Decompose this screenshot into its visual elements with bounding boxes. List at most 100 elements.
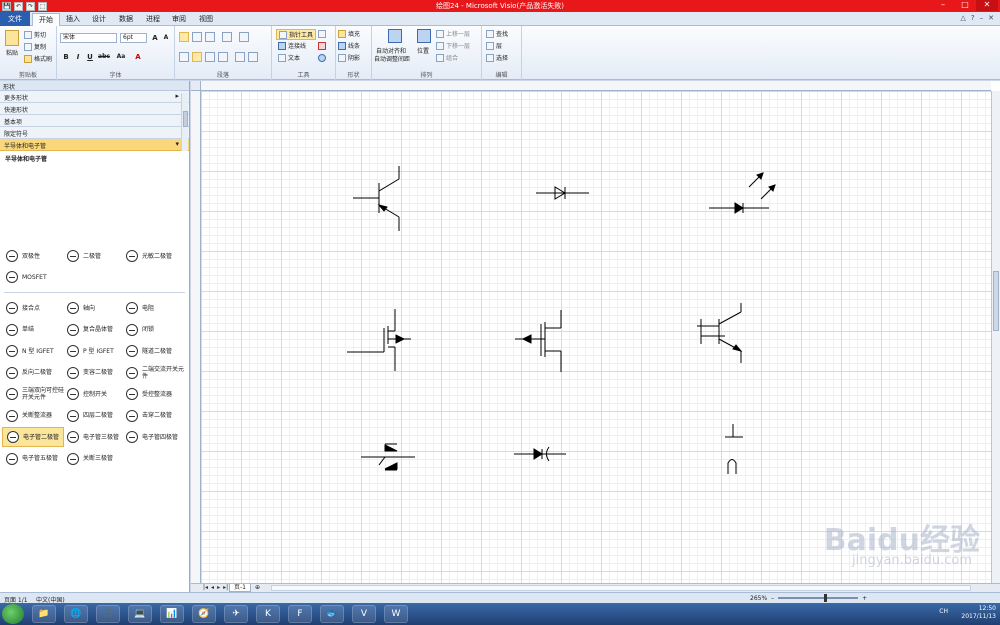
shape-p-mosfet[interactable] <box>515 310 562 372</box>
prev-page-button[interactable]: ◂ <box>211 584 214 591</box>
stencil-scroll-thumb[interactable] <box>183 111 188 127</box>
master-shape[interactable]: 反向二极管 <box>2 363 64 383</box>
text-direction-icon[interactable] <box>239 32 249 42</box>
shrink-font-button[interactable]: A <box>161 33 171 43</box>
taskbar-app-icon[interactable]: K <box>256 605 280 623</box>
master-shape[interactable]: 控制开关 <box>63 384 125 404</box>
add-page-icon[interactable]: ⊕ <box>255 584 260 591</box>
taskbar-app-icon[interactable]: 🐟 <box>320 605 344 623</box>
rotate-icon[interactable] <box>318 54 326 62</box>
shadow-button[interactable]: 阴影 <box>338 53 360 62</box>
drawing-page[interactable] <box>201 91 991 584</box>
tray-lang[interactable]: CH <box>939 608 948 616</box>
tab-data[interactable]: 数据 <box>113 13 139 26</box>
master-shape[interactable]: 四层二极管 <box>63 406 125 426</box>
minimize-button[interactable]: – <box>932 0 954 11</box>
master-shape[interactable]: 复合晶体管 <box>63 320 125 340</box>
select-button[interactable]: 选择 <box>486 53 508 62</box>
pointer-tool-button[interactable]: 指针工具 <box>276 29 317 40</box>
tab-view[interactable]: 视图 <box>193 13 219 26</box>
delete-x-icon[interactable] <box>318 42 326 50</box>
strikethrough-button[interactable]: abc <box>97 52 111 62</box>
shape-mosfet[interactable] <box>347 309 411 371</box>
find-button[interactable]: 查找 <box>486 29 508 38</box>
align-left-icon[interactable] <box>179 52 189 62</box>
stencil-item[interactable]: 限定符号 <box>0 127 189 139</box>
clock-date[interactable]: 2017/11/13 <box>961 613 996 621</box>
page-tab[interactable]: 页-1 <box>229 584 251 592</box>
master-shape[interactable]: 闭锁 <box>122 320 184 340</box>
font-name-combo[interactable]: 宋体 <box>60 33 117 43</box>
first-page-button[interactable]: |◂ <box>203 584 208 591</box>
grow-font-button[interactable]: A <box>150 33 160 43</box>
change-case-button[interactable]: Aa <box>114 52 128 62</box>
master-shape[interactable]: 光敏二极管 <box>122 246 184 266</box>
line-button[interactable]: 线条 <box>338 41 360 50</box>
master-shape[interactable]: N 型 IGFET <box>2 341 64 361</box>
tab-review[interactable]: 审阅 <box>166 13 192 26</box>
master-shape[interactable]: 受控整流器 <box>122 384 184 404</box>
zoom-in-icon[interactable]: + <box>862 595 867 602</box>
taskbar-app-icon[interactable]: 🌐 <box>64 605 88 623</box>
shape-varactor-diode[interactable] <box>514 446 566 462</box>
master-shape[interactable]: 三端双向可控硅开关元件 <box>2 384 64 404</box>
stencil-item[interactable]: 半导体和电子管 ▾ <box>0 139 189 151</box>
taskbar-app-icon[interactable]: ✈ <box>224 605 248 623</box>
master-shape[interactable]: 双极性 <box>2 246 64 266</box>
vertical-scrollbar[interactable] <box>991 91 1000 584</box>
taskbar-app-icon[interactable]: 📊 <box>160 605 184 623</box>
doc-close-icon[interactable]: ✕ <box>988 14 994 22</box>
taskbar-app-icon[interactable]: 🎵 <box>96 605 120 623</box>
cut-button[interactable]: 剪切 <box>24 30 46 39</box>
font-size-combo[interactable]: 6pt <box>120 33 147 43</box>
master-shape[interactable]: 二端交流开关元件 <box>122 363 184 383</box>
align-middle-icon[interactable] <box>192 32 202 42</box>
justify-icon[interactable] <box>218 52 228 62</box>
copy-button[interactable]: 复制 <box>24 42 46 51</box>
master-shape[interactable]: 隧道二极管 <box>122 341 184 361</box>
master-shape[interactable]: 电阻 <box>122 298 184 318</box>
master-shape[interactable]: P 型 IGFET <box>63 341 125 361</box>
last-page-button[interactable]: ▸| <box>223 584 228 591</box>
fill-button[interactable]: 填充 <box>338 29 360 38</box>
auto-space-button[interactable]: 自动调整间距 <box>374 54 410 63</box>
help-icon[interactable]: ? <box>971 14 975 22</box>
master-shape[interactable]: 二极管 <box>63 246 125 266</box>
shape-tube-terminal[interactable] <box>725 424 743 474</box>
font-color-button[interactable]: A <box>133 52 143 62</box>
italic-button[interactable]: I <box>73 52 83 62</box>
vertical-scroll-thumb[interactable] <box>993 271 999 331</box>
start-button[interactable] <box>2 604 24 624</box>
master-shape[interactable]: 接合点 <box>2 298 64 318</box>
taskbar-app-icon[interactable]: V <box>352 605 376 623</box>
shape-photodiode[interactable] <box>709 172 776 214</box>
zoom-out-icon[interactable]: – <box>771 595 774 602</box>
zoom-slider[interactable] <box>778 594 859 602</box>
clock-time[interactable]: 12:50 <box>961 605 996 613</box>
taskbar-app-icon[interactable]: 🧭 <box>192 605 216 623</box>
master-shape[interactable]: MOSFET <box>2 267 64 287</box>
align-top-icon[interactable] <box>179 32 189 42</box>
bring-forward-button[interactable]: 上移一层 <box>436 29 470 38</box>
horizontal-ruler[interactable] <box>201 81 991 91</box>
master-shape[interactable]: 电子管五极管 <box>2 449 64 469</box>
master-shape[interactable]: 关断三极管 <box>63 449 125 469</box>
master-shape[interactable]: 击穿二极管 <box>122 406 184 426</box>
shape-bipolar-transistor[interactable] <box>353 166 400 231</box>
master-shape[interactable]: 关断整流器 <box>2 406 64 426</box>
bullets-icon[interactable] <box>222 32 232 42</box>
underline-button[interactable]: U <box>85 52 95 62</box>
taskbar-app-icon[interactable]: 💻 <box>128 605 152 623</box>
align-bottom-icon[interactable] <box>205 32 215 42</box>
rectangle-icon[interactable] <box>318 30 326 38</box>
send-backward-button[interactable]: 下移一层 <box>436 41 470 50</box>
stencil-item[interactable]: 快速形状 <box>0 103 189 115</box>
doc-minimize-icon[interactable]: – <box>980 14 984 22</box>
position-button[interactable]: 位置 <box>417 46 429 55</box>
tab-insert[interactable]: 插入 <box>60 13 86 26</box>
shape-diode[interactable] <box>536 186 589 200</box>
indent-decrease-icon[interactable] <box>235 52 245 62</box>
taskbar-app-icon[interactable]: F <box>288 605 312 623</box>
tab-file[interactable]: 文件 <box>0 12 30 26</box>
tab-home[interactable]: 开始 <box>32 13 60 26</box>
